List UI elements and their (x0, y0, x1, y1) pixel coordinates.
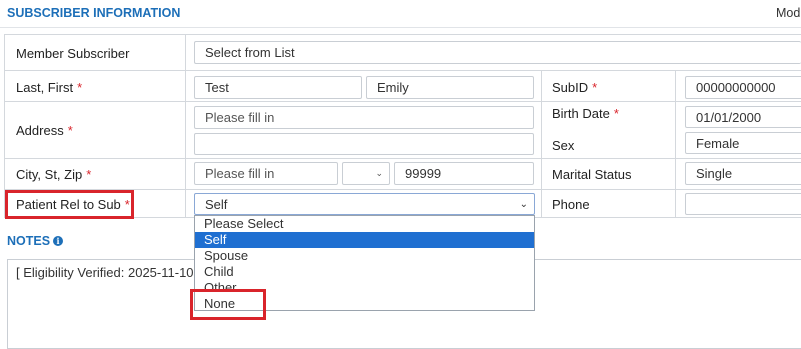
notes-title: NOTES i (7, 234, 64, 248)
none-option-highlight (190, 289, 266, 320)
required-mark: * (592, 79, 598, 95)
address-line2-input[interactable] (194, 133, 534, 155)
sex-select[interactable]: Female (685, 132, 801, 154)
required-mark: * (77, 79, 83, 95)
mode-label: Mod (776, 6, 801, 20)
required-mark: * (613, 105, 619, 121)
birth-date-value: 01/01/2000 (696, 109, 762, 125)
address-line1-placeholder: Please fill in (205, 110, 275, 125)
city-st-zip-label-text: City, St, Zip (16, 166, 83, 182)
sex-value: Female (696, 135, 740, 151)
section-title: SUBSCRIBER INFORMATION (7, 6, 181, 20)
required-mark: * (86, 166, 92, 182)
city-input[interactable]: Please fill in (194, 162, 338, 185)
row-divider (4, 70, 801, 71)
last-name-value: Test (205, 80, 229, 95)
marital-status-label: Marital Status (552, 166, 632, 182)
last-first-label: Last, First * (16, 78, 82, 96)
col-divider (541, 70, 542, 218)
info-icon[interactable]: i (53, 236, 64, 246)
patient-rel-value: Self (205, 196, 228, 212)
patient-rel-select[interactable]: Self ⌄ (194, 193, 535, 215)
zip-input[interactable]: 99999 (394, 162, 534, 185)
phone-input[interactable] (685, 193, 801, 215)
dropdown-option[interactable]: Please Select (195, 216, 534, 232)
sex-label: Sex (552, 137, 575, 153)
address-label-text: Address (16, 122, 64, 138)
col-divider (675, 70, 676, 218)
required-mark: * (67, 122, 73, 138)
birth-date-label-text: Birth Date (552, 105, 610, 121)
city-placeholder: Please fill in (205, 166, 275, 181)
first-name-input[interactable]: Emily (366, 76, 534, 99)
row-divider (4, 158, 801, 159)
address-label: Address * (16, 121, 73, 139)
state-select[interactable]: ⌄ (342, 162, 390, 185)
subid-input[interactable]: 00000000000 (685, 76, 801, 99)
marital-status-select[interactable]: Single (685, 162, 801, 185)
dropdown-option[interactable]: Child (195, 264, 534, 280)
notes-title-text: NOTES (7, 234, 51, 248)
notes-text: [ Eligibility Verified: 2025-11-10 (16, 265, 194, 280)
patient-rel-label-highlight (5, 190, 134, 219)
member-subscriber-select[interactable]: Select from List (194, 41, 801, 64)
zip-value: 99999 (405, 166, 442, 181)
subid-label-text: SubID (552, 79, 589, 95)
header-divider (0, 27, 801, 28)
dropdown-option-selected[interactable]: Self (195, 232, 534, 248)
member-subscriber-label: Member Subscriber (16, 45, 130, 61)
last-first-label-text: Last, First (16, 79, 74, 95)
birth-date-input[interactable]: 01/01/2000 (685, 106, 801, 128)
subid-label: SubID * (552, 78, 597, 96)
dropdown-option[interactable]: Spouse (195, 248, 534, 264)
row-divider (4, 101, 801, 102)
phone-label: Phone (552, 196, 590, 212)
col-divider (185, 34, 186, 218)
subid-value: 00000000000 (696, 80, 776, 95)
address-line1-input[interactable]: Please fill in (194, 106, 534, 129)
city-st-zip-label: City, St, Zip * (16, 165, 91, 183)
marital-status-value: Single (696, 166, 733, 181)
last-name-input[interactable]: Test (194, 76, 362, 99)
first-name-value: Emily (377, 80, 409, 95)
member-subscriber-value: Select from List (205, 45, 295, 60)
chevron-down-icon: ⌄ (519, 198, 528, 210)
birth-date-label: Birth Date * (552, 104, 619, 122)
chevron-down-icon: ⌄ (375, 168, 383, 178)
